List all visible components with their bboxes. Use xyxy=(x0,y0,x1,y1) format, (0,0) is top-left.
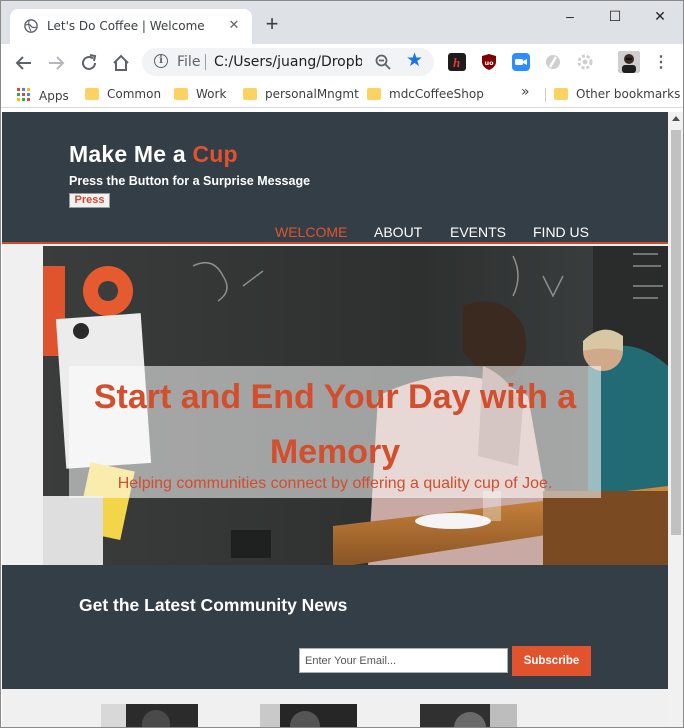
globe-icon xyxy=(24,19,38,33)
page-viewport: Make Me a Cup Press the Button for a Sur… xyxy=(2,112,668,727)
address-url[interactable]: C:/Users/juang/Dropbox/ xyxy=(214,54,362,70)
nav-welcome[interactable]: WELCOME xyxy=(275,224,347,240)
bookmark-label: personalMngmt xyxy=(265,87,359,101)
thumbnail-image[interactable] xyxy=(101,704,198,727)
home-icon[interactable] xyxy=(110,52,132,74)
bookmark-label: Work xyxy=(196,87,227,101)
tab-bar: Let's Do Coffee | Welcome ✕ + – ☐ ✕ xyxy=(1,1,683,44)
brand-accent-text: Cup xyxy=(192,141,238,167)
close-window-button[interactable]: ✕ xyxy=(649,6,671,26)
page-scrollbar[interactable] xyxy=(668,112,683,727)
nav-about[interactable]: ABOUT xyxy=(374,224,422,240)
browser-menu-icon[interactable]: ⋮ xyxy=(653,52,669,74)
scroll-up-arrow-icon[interactable] xyxy=(672,116,680,121)
hero-title: Start and End Your Day with a Memory xyxy=(93,378,577,471)
apps-grid-icon xyxy=(17,88,31,102)
profile-avatar[interactable] xyxy=(618,51,640,73)
minimize-button[interactable]: – xyxy=(559,6,581,26)
brand-main-text: Make Me a xyxy=(69,141,193,167)
folder-icon xyxy=(554,88,568,100)
maximize-button[interactable]: ☐ xyxy=(604,6,626,26)
folder-icon xyxy=(243,88,257,100)
nav-events[interactable]: EVENTS xyxy=(450,224,506,240)
scrollbar-thumb[interactable] xyxy=(671,130,681,535)
bookmark-apps[interactable]: Apps xyxy=(17,86,69,103)
bookmark-apps-label: Apps xyxy=(39,89,69,103)
bookmark-folder[interactable]: Common xyxy=(85,86,161,102)
ublock-shield-icon[interactable]: uo xyxy=(480,53,498,71)
svg-text:h: h xyxy=(453,55,460,70)
main-nav: WELCOME ABOUT EVENTS FIND US xyxy=(2,224,668,244)
forward-arrow-icon[interactable] xyxy=(45,52,67,74)
svg-text:uo: uo xyxy=(485,59,495,67)
browser-tab[interactable]: Let's Do Coffee | Welcome ✕ xyxy=(10,9,252,44)
extension-circle-icon[interactable] xyxy=(544,53,562,71)
newsletter-title: Get the Latest Community News xyxy=(79,595,348,615)
info-icon[interactable]: i xyxy=(154,54,168,68)
new-tab-button[interactable]: + xyxy=(262,13,282,35)
extension-h-icon[interactable]: h xyxy=(448,53,466,71)
bookmark-folder[interactable]: Work xyxy=(174,86,226,102)
extension-gear-icon[interactable] xyxy=(576,53,594,71)
browser-toolbar: i File C:/Users/juang/Dropbox/ ★ h uo xyxy=(1,44,683,80)
bookmark-folder[interactable]: mdcCoffeeShop xyxy=(367,86,484,102)
thumbnail-image[interactable] xyxy=(260,704,357,727)
folder-icon xyxy=(174,88,188,100)
bookmarks-divider xyxy=(545,88,546,102)
thumbnail-image[interactable] xyxy=(420,704,517,727)
tab-close-icon[interactable]: ✕ xyxy=(226,17,242,33)
bookmarks-bar: Apps Common Work personalMngmt mdcCoffee… xyxy=(1,80,683,108)
bookmark-label: mdcCoffeeShop xyxy=(389,87,484,101)
address-bar[interactable]: i File C:/Users/juang/Dropbox/ ★ xyxy=(142,48,434,76)
nav-find-us[interactable]: FIND US xyxy=(533,224,589,240)
back-arrow-icon[interactable] xyxy=(13,52,35,74)
folder-icon xyxy=(85,88,99,100)
zoom-icon[interactable] xyxy=(374,53,392,71)
hero-banner: Start and End Your Day with a Memory Hel… xyxy=(43,246,668,565)
zoom-extension-icon[interactable] xyxy=(512,53,530,71)
folder-icon xyxy=(367,88,381,100)
other-bookmarks-label: Other bookmarks xyxy=(576,87,681,101)
reload-icon[interactable] xyxy=(78,52,100,74)
bookmarks-overflow-button[interactable]: » xyxy=(521,84,530,100)
site-tagline: Press the Button for a Surprise Message xyxy=(69,174,311,188)
address-scheme-label: File xyxy=(177,54,201,70)
hero-subtitle: Helping communities connect by offering … xyxy=(117,475,553,492)
newsletter-section: Get the Latest Community News Subscribe xyxy=(2,565,668,689)
other-bookmarks[interactable]: Other bookmarks xyxy=(554,86,680,102)
browser-window: Let's Do Coffee | Welcome ✕ + – ☐ ✕ i Fi… xyxy=(0,0,684,728)
bookmark-folder[interactable]: personalMngmt xyxy=(243,86,359,102)
site-brand[interactable]: Make Me a Cup xyxy=(69,141,238,168)
bookmark-star-icon[interactable]: ★ xyxy=(406,50,423,72)
tab-title: Let's Do Coffee | Welcome xyxy=(47,19,205,33)
press-button[interactable]: Press xyxy=(69,193,110,208)
thumbnail-row xyxy=(2,689,668,727)
address-divider xyxy=(205,54,206,70)
bookmark-label: Common xyxy=(107,87,162,101)
subscribe-button[interactable]: Subscribe xyxy=(512,646,591,676)
site-header: Make Me a Cup Press the Button for a Sur… xyxy=(2,112,668,244)
email-field[interactable] xyxy=(299,648,508,673)
